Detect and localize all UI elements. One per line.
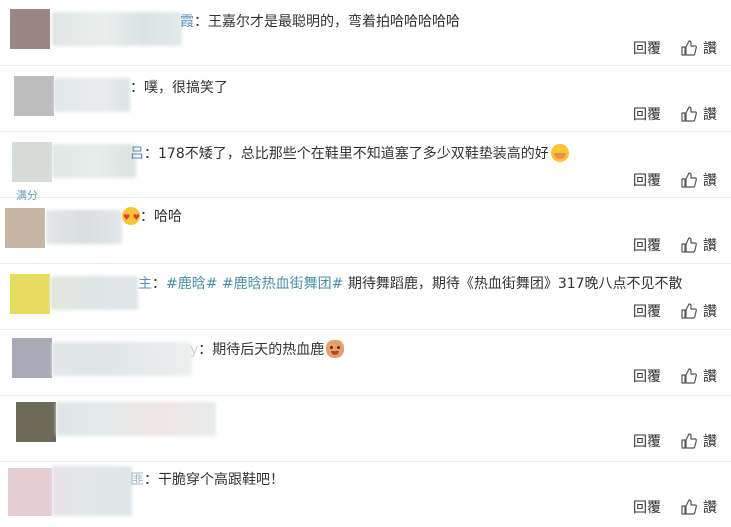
comment-actions: 回覆 讚 [633, 38, 717, 58]
comment-body: ：干脆穿个高跟鞋吧！ [144, 472, 284, 488]
like-button[interactable]: 讚 [681, 301, 717, 321]
comment-body: ：王嘉尔才是最聪明的，弯着拍哈哈哈哈哈 [194, 14, 460, 30]
avatar[interactable] [14, 76, 54, 116]
like-button[interactable]: 讚 [681, 38, 717, 58]
thumbs-up-icon [681, 433, 697, 449]
avatar[interactable] [8, 468, 52, 516]
like-label: 讚 [703, 434, 717, 450]
comment-text: 吕：178不矮了，总比那些个在鞋里不知道塞了多少双鞋垫装高的好 [130, 144, 569, 164]
comment-body: ：178不矮了，总比那些个在鞋里不知道塞了多少双鞋垫装高的好 [144, 146, 549, 162]
comment-item: 主：#鹿晗# #鹿晗热血街舞团# 期待舞蹈鹿，期待《热血街舞团》317晚八点不见… [0, 264, 731, 330]
comment-actions: 回覆 讚 [633, 497, 717, 517]
deer-icon [326, 340, 345, 358]
comment-item: 匪：干脆穿个高跟鞋吧！ 回覆 讚 [0, 462, 731, 527]
comment-actions: 回覆 讚 [633, 431, 717, 451]
thumbs-up-icon [681, 40, 697, 56]
like-button[interactable]: 讚 [681, 431, 717, 451]
blurred-username [46, 210, 122, 244]
comment-item: ：噗，很搞笑了 回覆 讚 [0, 66, 731, 132]
hugging-face-icon [550, 144, 569, 162]
comment-text: ：噗，很搞笑了 [130, 78, 228, 98]
heart-eyes-icon [122, 207, 140, 228]
like-label: 讚 [703, 369, 717, 385]
avatar[interactable] [10, 274, 50, 314]
comment-actions: 回覆 讚 [633, 301, 717, 321]
reply-button[interactable]: 回覆 [633, 497, 661, 517]
comment-text: y：期待后天的热血鹿 [190, 340, 345, 360]
like-label: 讚 [703, 173, 717, 189]
thumbs-up-icon [681, 303, 697, 319]
comment-actions: 回覆 讚 [633, 235, 717, 255]
comment-text: ：哈哈 [120, 207, 182, 228]
blurred-username [52, 144, 136, 178]
comment-actions: 回覆 讚 [633, 366, 717, 386]
reply-button[interactable]: 回覆 [633, 301, 661, 321]
username[interactable]: 吕 [130, 146, 144, 162]
comment-body: ：噗，很搞笑了 [130, 80, 228, 96]
like-button[interactable]: 讚 [681, 497, 717, 517]
blurred-username [54, 78, 130, 112]
like-button[interactable]: 讚 [681, 170, 717, 190]
username[interactable]: 匪 [130, 472, 144, 488]
reply-button[interactable]: 回覆 [633, 38, 661, 58]
blurred-username [56, 402, 216, 436]
like-label: 讚 [703, 107, 717, 123]
comment-item: y：期待后天的热血鹿 回覆 讚 [0, 330, 731, 396]
like-button[interactable]: 讚 [681, 104, 717, 124]
avatar[interactable] [10, 9, 50, 49]
thumbs-up-icon [681, 106, 697, 122]
avatar[interactable] [12, 142, 52, 182]
comment-item: 满分 吕：178不矮了，总比那些个在鞋里不知道塞了多少双鞋垫装高的好 回覆 讚 [0, 132, 731, 202]
topic-link[interactable]: #鹿晗# [166, 276, 217, 292]
blurred-username [52, 342, 192, 376]
thumbs-up-icon [681, 368, 697, 384]
comment-list: 霞：王嘉尔才是最聪明的，弯着拍哈哈哈哈哈 回覆 讚 ：噗，很搞笑了 回覆 讚 满… [0, 0, 731, 527]
reply-button[interactable]: 回覆 [633, 431, 661, 451]
blurred-username [50, 276, 138, 310]
username[interactable]: 主 [138, 276, 152, 292]
comment-text: 匪：干脆穿个高跟鞋吧！ [130, 470, 284, 490]
comment-text: 霞：王嘉尔才是最聪明的，弯着拍哈哈哈哈哈 [180, 12, 460, 32]
thumbs-up-icon [681, 237, 697, 253]
like-label: 讚 [703, 41, 717, 57]
avatar[interactable] [12, 338, 52, 378]
comment-actions: 回覆 讚 [633, 170, 717, 190]
reply-button[interactable]: 回覆 [633, 104, 661, 124]
thumbs-up-icon [681, 172, 697, 188]
like-label: 讚 [703, 238, 717, 254]
comment-actions: 回覆 讚 [633, 104, 717, 124]
thumbs-up-icon [681, 499, 697, 515]
username[interactable]: 霞 [180, 14, 194, 30]
reply-button[interactable]: 回覆 [633, 170, 661, 190]
avatar[interactable] [5, 208, 45, 248]
comment-body: 期待舞蹈鹿，期待《热血街舞团》317晚八点不见不散 [343, 276, 683, 292]
reply-button[interactable]: 回覆 [633, 366, 661, 386]
comment-item: 霞：王嘉尔才是最聪明的，弯着拍哈哈哈哈哈 回覆 讚 [0, 0, 731, 66]
avatar[interactable] [16, 402, 56, 442]
like-button[interactable]: 讚 [681, 235, 717, 255]
comment-item: 回覆 讚 [0, 396, 731, 462]
blurred-username [52, 12, 182, 46]
topic-link[interactable]: #鹿晗热血街舞团# [222, 276, 343, 292]
comment-text: 主：#鹿晗# #鹿晗热血街舞团# 期待舞蹈鹿，期待《热血街舞团》317晚八点不见… [138, 276, 683, 292]
blurred-username [52, 466, 132, 516]
comment-body: ：期待后天的热血鹿 [198, 342, 325, 358]
like-label: 讚 [703, 304, 717, 320]
reply-button[interactable]: 回覆 [633, 235, 661, 255]
like-button[interactable]: 讚 [681, 366, 717, 386]
comment-body: ：哈哈 [140, 209, 182, 225]
like-label: 讚 [703, 500, 717, 516]
comment-item: ：哈哈 回覆 讚 [0, 198, 731, 264]
